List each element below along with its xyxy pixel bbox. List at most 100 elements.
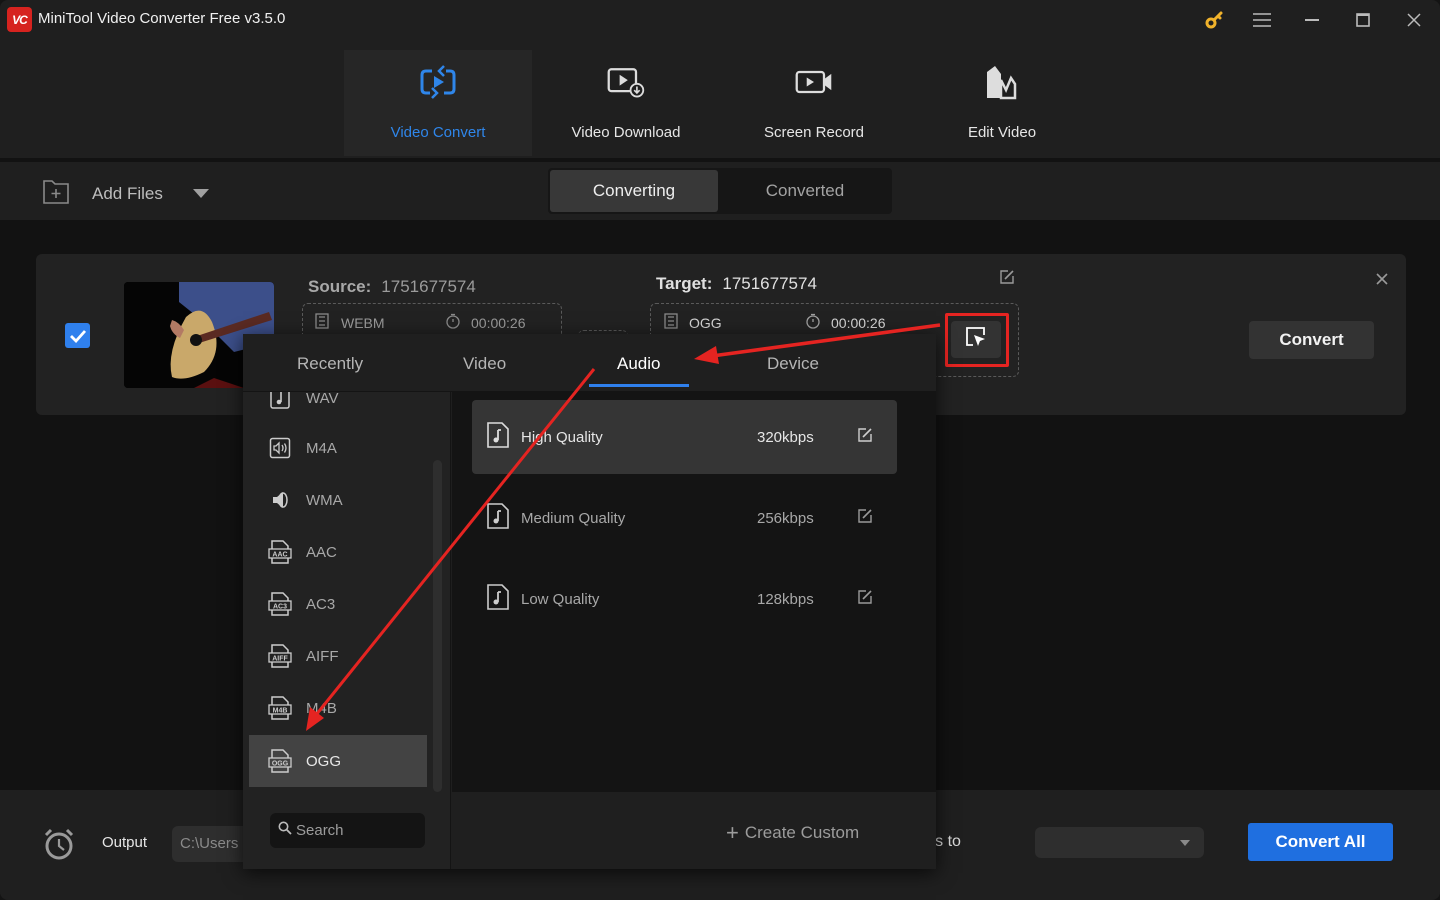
- edit-quality-icon[interactable]: [857, 589, 873, 610]
- key-icon[interactable]: [1203, 8, 1227, 32]
- menu-icon[interactable]: [1250, 8, 1274, 32]
- schedule-icon[interactable]: [42, 827, 76, 866]
- format-category-tabs: Recently Video Audio Device: [243, 334, 936, 392]
- edit-quality-icon[interactable]: [857, 508, 873, 529]
- target-name: 1751677574: [722, 274, 817, 293]
- screen-record-icon: [794, 62, 834, 102]
- module-label: Edit Video: [967, 124, 1037, 141]
- tab-converting[interactable]: Converting: [550, 170, 718, 212]
- format-name: WAV: [306, 392, 339, 407]
- app-window: VC MiniTool Video Converter Free v3.5.0 …: [0, 0, 1440, 900]
- tab-recently[interactable]: Recently: [297, 354, 363, 374]
- target-duration: 00:00:26: [805, 313, 886, 332]
- quality-pane-footer: [452, 792, 936, 869]
- format-search-input[interactable]: [296, 822, 416, 839]
- module-label: Screen Record: [763, 124, 865, 141]
- convert-button[interactable]: Convert: [1249, 321, 1374, 359]
- module-video-download[interactable]: Video Download: [532, 50, 720, 156]
- source-info: Source: 1751677574: [308, 277, 476, 297]
- conversion-tabs: Converting Converted: [548, 168, 892, 214]
- quality-item-low[interactable]: Low Quality 128kbps: [472, 562, 897, 636]
- module-video-convert[interactable]: Video Convert: [344, 50, 532, 156]
- quality-list: High Quality 320kbps Medium Quality 256k…: [452, 392, 936, 792]
- quality-name: Medium Quality: [521, 509, 626, 527]
- audio-file-icon: [486, 583, 510, 616]
- format-name: AIFF: [306, 647, 339, 665]
- title-bar: VC MiniTool Video Converter Free v3.5.0: [0, 0, 1440, 40]
- close-icon[interactable]: [1402, 8, 1426, 32]
- video-download-icon: [606, 62, 646, 102]
- output-label: Output: [102, 834, 148, 851]
- format-search-field[interactable]: [270, 813, 425, 848]
- format-item-wav[interactable]: WAV: [249, 392, 427, 424]
- format-item-m4b[interactable]: M4B M4B: [249, 682, 427, 734]
- file-checkbox[interactable]: [65, 323, 90, 348]
- format-name: AC3: [306, 595, 336, 613]
- module-nav: Video Convert Video Download Screen Reco…: [0, 40, 1440, 158]
- add-files-label: Add Files: [92, 183, 163, 203]
- module-edit-video[interactable]: Edit Video: [908, 50, 1096, 156]
- target-label: Target:: [656, 274, 713, 293]
- format-item-aac[interactable]: AAC AAC: [249, 526, 427, 578]
- file-format-icon: [664, 313, 678, 332]
- quality-name: High Quality: [521, 428, 603, 446]
- tab-converted[interactable]: Converted: [720, 170, 890, 212]
- source-name: 1751677574: [381, 277, 476, 296]
- m4b-icon: M4B: [267, 695, 293, 721]
- module-label: Video Convert: [390, 124, 486, 141]
- audio-file-icon: [486, 502, 510, 535]
- quality-item-high[interactable]: High Quality 320kbps: [472, 400, 897, 474]
- audio-format-list: WAV M4A WMA AAC AAC AC3 AC3 AIFF AIFF M4…: [243, 392, 451, 869]
- highlight-annotation: [945, 313, 1009, 367]
- tab-video[interactable]: Video: [463, 354, 506, 374]
- aiff-icon: AIFF: [267, 643, 293, 669]
- audio-file-icon: [486, 421, 510, 454]
- minimize-icon[interactable]: [1300, 8, 1324, 32]
- quality-name: Low Quality: [521, 590, 600, 608]
- quality-bitrate: 128kbps: [757, 590, 814, 608]
- edit-target-name-icon[interactable]: [999, 269, 1015, 290]
- remove-file-icon[interactable]: [1374, 271, 1390, 292]
- m4a-icon: [267, 435, 293, 461]
- format-item-aiff[interactable]: AIFF AIFF: [249, 630, 427, 682]
- module-screen-record[interactable]: Screen Record: [720, 50, 908, 156]
- quality-item-medium[interactable]: Medium Quality 256kbps: [472, 481, 897, 555]
- create-custom-button[interactable]: + Create Custom: [726, 820, 859, 846]
- target-info: Target: 1751677574: [656, 274, 817, 294]
- format-item-m4a[interactable]: M4A: [249, 422, 427, 474]
- svg-text:AAC: AAC: [272, 552, 287, 559]
- toolbar: Add Files Converting Converted: [0, 162, 1440, 220]
- search-icon: [278, 821, 292, 840]
- clock-icon: [805, 313, 821, 332]
- clock-icon: [445, 313, 461, 332]
- tab-device[interactable]: Device: [767, 354, 819, 374]
- add-files-dropdown-icon[interactable]: [192, 189, 209, 198]
- video-convert-icon: [418, 62, 458, 102]
- format-item-ac3[interactable]: AC3 AC3: [249, 578, 427, 630]
- convert-all-button[interactable]: Convert All: [1248, 823, 1393, 861]
- ac3-icon: AC3: [267, 591, 293, 617]
- source-format: WEBM: [315, 313, 385, 332]
- format-list-scrollbar[interactable]: [433, 460, 442, 792]
- module-label: Video Download: [571, 124, 681, 141]
- format-popup: Recently Video Audio Device WAV M4A WMA …: [243, 334, 936, 869]
- tab-audio[interactable]: Audio: [617, 354, 660, 374]
- source-duration-value: 00:00:26: [471, 314, 526, 331]
- file-format-icon: [315, 313, 329, 332]
- edit-video-icon: [982, 62, 1022, 102]
- maximize-icon[interactable]: [1351, 8, 1375, 32]
- convert-all-format-select[interactable]: [1035, 827, 1204, 858]
- quality-bitrate: 320kbps: [757, 428, 814, 446]
- target-duration-value: 00:00:26: [831, 314, 886, 331]
- target-format-value: OGG: [689, 314, 722, 331]
- format-name: WMA: [306, 491, 343, 509]
- format-item-ogg[interactable]: OGG OGG: [249, 735, 427, 787]
- wav-icon: [267, 392, 293, 411]
- add-files-button[interactable]: Add Files: [42, 177, 209, 210]
- format-item-wma[interactable]: WMA: [249, 474, 427, 526]
- create-custom-label: Create Custom: [744, 823, 860, 842]
- source-format-value: WEBM: [341, 314, 385, 331]
- format-name: AAC: [306, 543, 337, 561]
- edit-quality-icon[interactable]: [857, 427, 873, 448]
- add-file-icon: [42, 177, 70, 210]
